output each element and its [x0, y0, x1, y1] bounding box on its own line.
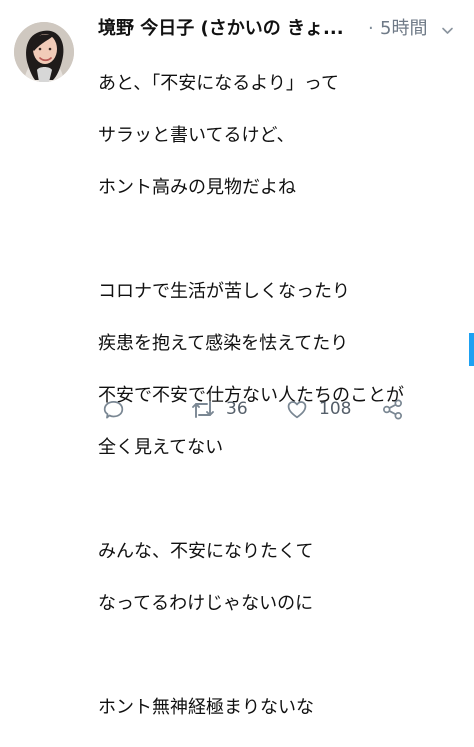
- profile-photo: [14, 22, 74, 82]
- tweet-line: サラッと書いてるけど、: [98, 125, 295, 146]
- share-icon: [381, 398, 404, 421]
- tweet[interactable]: 境野 今日子 (さかいの きょ... · 5時間 あと、「不安になるより」って …: [0, 0, 474, 718]
- avatar[interactable]: [14, 22, 74, 82]
- tweet-actions: 36 108: [98, 394, 418, 424]
- retweet-icon: [190, 398, 216, 421]
- tweet-header: 境野 今日子 (さかいの きょ... · 5時間: [98, 15, 468, 43]
- tweet-line: なってるわけじゃないのに: [98, 593, 314, 614]
- chevron-down-icon[interactable]: [440, 23, 455, 38]
- reply-icon: [102, 398, 125, 421]
- tweet-line: あと、「不安になるより」って: [98, 73, 340, 94]
- timestamp[interactable]: 5時間: [380, 15, 427, 43]
- share-button[interactable]: [381, 394, 404, 424]
- tweet-line: ホント無神経極まりないな: [98, 697, 314, 718]
- retweet-count: 36: [226, 399, 248, 419]
- tweet-line: コロナで生活が苦しくなったり: [98, 281, 350, 302]
- scrollbar-thumb[interactable]: [469, 333, 474, 366]
- tweet-line: [98, 487, 448, 513]
- tweet-line: ホント高みの見物だよね: [98, 177, 296, 198]
- tweet-line: みんな、不安になりたくて: [98, 541, 314, 562]
- tweet-line: 疾患を抱えて感染を怯えてたり: [98, 333, 349, 354]
- heart-icon: [285, 398, 309, 421]
- author-name[interactable]: 境野 今日子 (さかいの きょ...: [98, 15, 344, 43]
- like-count: 108: [319, 399, 352, 419]
- tweet-line: [98, 643, 448, 669]
- tweet-line: [98, 227, 448, 253]
- retweet-button[interactable]: 36: [190, 394, 248, 424]
- header-separator: ·: [368, 18, 374, 39]
- like-button[interactable]: 108: [285, 394, 351, 424]
- reply-button[interactable]: [102, 394, 125, 424]
- tweet-line: 全く見えてない: [98, 437, 224, 458]
